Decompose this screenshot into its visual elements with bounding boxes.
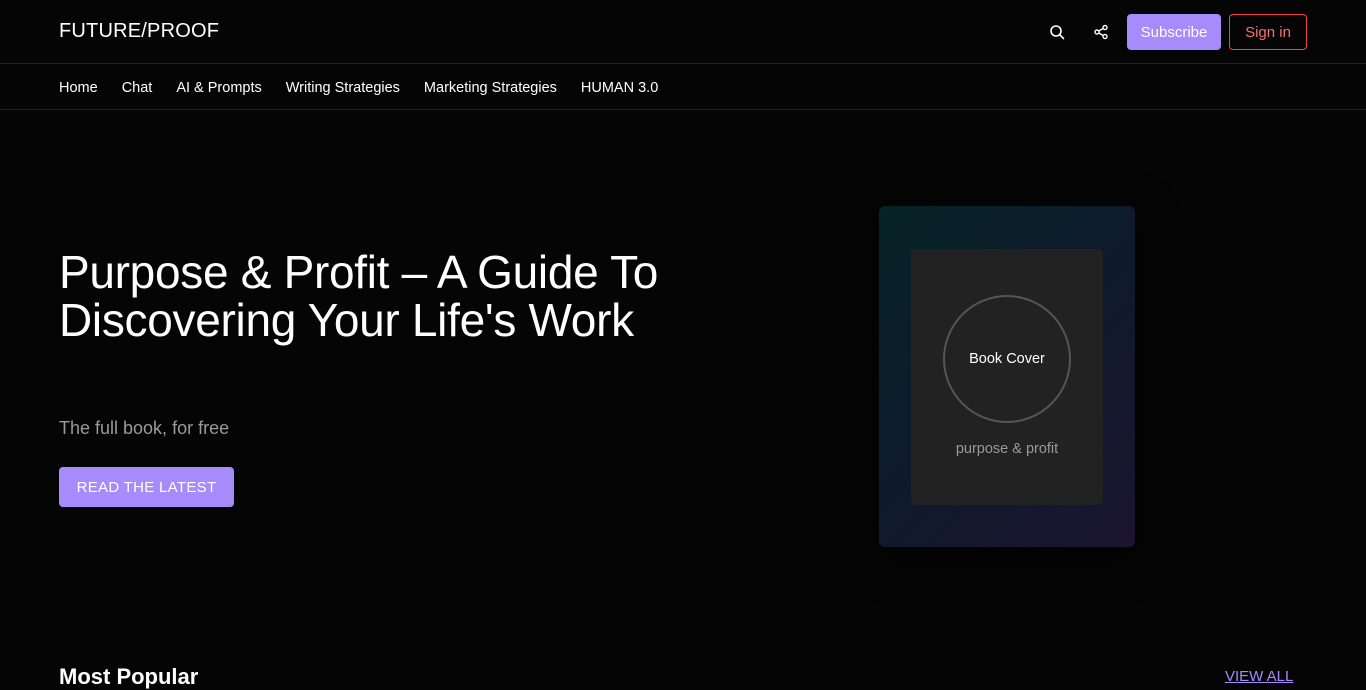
hero-title: Purpose & Profit – A Guide To Discoverin… [59,246,659,346]
main-nav: Home Chat AI & Prompts Writing Strategie… [0,65,1366,110]
view-all-link[interactable]: VIEW ALL [1225,668,1293,685]
top-bar: FUTURE/PROOF Subscribe Sign in [0,0,1366,64]
nav-item-human-3[interactable]: HUMAN 3.0 [581,79,658,97]
book-cover-card[interactable]: Book Cover purpose & profit [879,206,1135,547]
nav-item-home[interactable]: Home [59,79,98,97]
book-cover-circle: Book Cover [943,295,1071,423]
nav-item-marketing-strategies[interactable]: Marketing Strategies [424,79,557,97]
book-cover-label: Book Cover [969,351,1045,367]
nav-item-chat[interactable]: Chat [122,79,153,97]
nav-item-label[interactable]: AI & Prompts [176,80,261,96]
sign-in-button[interactable]: Sign in [1229,14,1307,50]
site-logo[interactable]: FUTURE/PROOF [59,20,219,43]
search-icon[interactable] [1046,21,1068,43]
nav-list: Home Chat AI & Prompts Writing Strategie… [59,79,658,97]
nav-item-writing-strategies[interactable]: Writing Strategies [286,79,400,97]
nav-item-label[interactable]: Marketing Strategies [424,80,557,96]
book-caption: purpose & profit [955,441,1059,457]
book-cover: Book Cover purpose & profit [911,249,1103,505]
nav-item-label[interactable]: HUMAN 3.0 [581,80,658,96]
nav-item-ai-prompts[interactable]: AI & Prompts [176,79,261,97]
hero-subtitle: The full book, for free [59,418,230,438]
nav-item-label[interactable]: Writing Strategies [286,80,400,96]
read-latest-button[interactable]: READ THE LATEST [59,467,234,507]
subscribe-button[interactable]: Subscribe [1127,14,1221,50]
share-icon[interactable] [1090,21,1112,43]
section-title: Most Popular [59,664,199,689]
nav-item-label[interactable]: Home [59,80,98,96]
nav-item-label[interactable]: Chat [122,80,153,96]
